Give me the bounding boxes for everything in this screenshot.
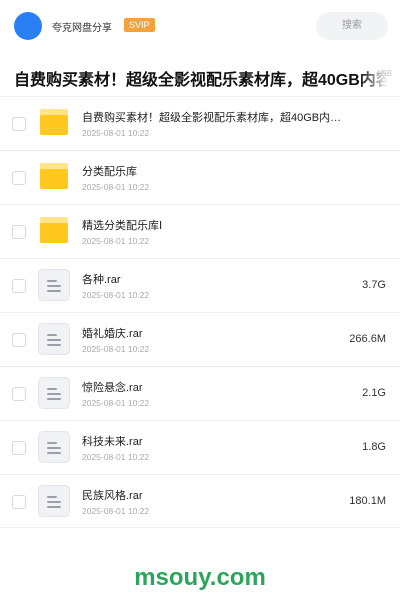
- search-button[interactable]: 搜索: [316, 12, 388, 40]
- file-name: 各种.rar: [82, 274, 121, 286]
- folder-icon: [40, 163, 68, 189]
- row-checkbox[interactable]: [12, 171, 26, 185]
- row-checkbox[interactable]: [12, 279, 26, 293]
- file-name: 精选分类配乐库Ⅰ: [82, 220, 163, 232]
- file-date: 2025-08-01 10:22: [82, 182, 150, 192]
- file-icon: [38, 485, 70, 517]
- top-bar: 夸克网盘分享 SVIP 搜索: [0, 0, 400, 52]
- file-size: 3.7G: [362, 279, 386, 291]
- file-icon: [38, 377, 70, 409]
- file-icon: [38, 431, 70, 463]
- watermark: msouy.com: [134, 564, 266, 591]
- svip-badge: SVIP: [124, 18, 155, 32]
- file-date: 2025-08-01 10:22: [82, 344, 150, 354]
- file-icon: [38, 269, 70, 301]
- row-checkbox[interactable]: [12, 495, 26, 509]
- file-date: 2025-08-01 10:22: [82, 290, 150, 300]
- file-list: 自费购买素材！超级全影视配乐素材库，超40GB内容… 2025-08-01 10:…: [0, 96, 400, 528]
- file-name: 科技未来.rar: [82, 436, 143, 448]
- avatar[interactable]: [14, 12, 42, 40]
- file-row[interactable]: 惊险悬念.rar 2025-08-01 10:22 2.1G: [0, 366, 400, 420]
- file-name: 自费购买素材！超级全影视配乐素材库，超40GB内容…: [82, 112, 352, 124]
- file-size: 180.1M: [349, 495, 386, 507]
- row-checkbox[interactable]: [12, 333, 26, 347]
- file-size: 266.6M: [349, 333, 386, 345]
- file-row[interactable]: 分类配乐库 2025-08-01 10:22: [0, 150, 400, 204]
- row-checkbox[interactable]: [12, 387, 26, 401]
- file-row[interactable]: 精选分类配乐库Ⅰ 2025-08-01 10:22: [0, 204, 400, 258]
- title-overflow-text: 4GB: [375, 69, 392, 78]
- file-row[interactable]: 科技未来.rar 2025-08-01 10:22 1.8G: [0, 420, 400, 474]
- file-row[interactable]: 各种.rar 2025-08-01 10:22 3.7G: [0, 258, 400, 312]
- row-checkbox[interactable]: [12, 117, 26, 131]
- file-row[interactable]: 婚礼婚庆.rar 2025-08-01 10:22 266.6M: [0, 312, 400, 366]
- page-title-bar: 自费购买素材！超级全影视配乐素材库，超40GB内容，全 4GB: [0, 60, 400, 94]
- file-date: 2025-08-01 10:22: [82, 506, 150, 516]
- page-title: 自费购买素材！超级全影视配乐素材库，超40GB内容，全: [14, 72, 400, 89]
- file-row[interactable]: 自费购买素材！超级全影视配乐素材库，超40GB内容… 2025-08-01 10:…: [0, 96, 400, 150]
- file-name: 婚礼婚庆.rar: [82, 328, 143, 340]
- file-date: 2025-08-01 10:22: [82, 236, 150, 246]
- file-date: 2025-08-01 10:22: [82, 128, 150, 138]
- folder-icon: [40, 109, 68, 135]
- file-date: 2025-08-01 10:22: [82, 452, 150, 462]
- file-name: 惊险悬念.rar: [82, 382, 143, 394]
- file-size: 1.8G: [362, 441, 386, 453]
- file-size: 2.1G: [362, 387, 386, 399]
- folder-icon: [40, 217, 68, 243]
- file-name: 民族风格.rar: [82, 490, 143, 502]
- row-checkbox[interactable]: [12, 441, 26, 455]
- file-icon: [38, 323, 70, 355]
- row-checkbox[interactable]: [12, 225, 26, 239]
- file-date: 2025-08-01 10:22: [82, 398, 150, 408]
- share-name: 夸克网盘分享: [52, 23, 112, 34]
- file-name: 分类配乐库: [82, 166, 137, 178]
- file-row[interactable]: 民族风格.rar 2025-08-01 10:22 180.1M: [0, 474, 400, 528]
